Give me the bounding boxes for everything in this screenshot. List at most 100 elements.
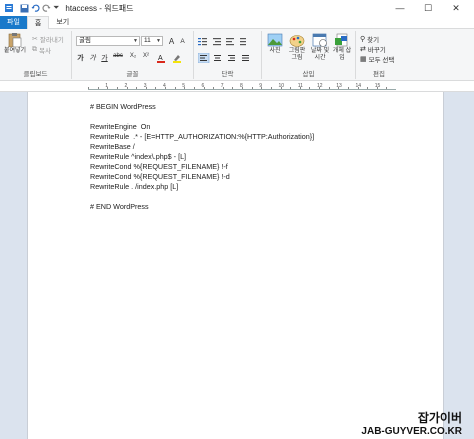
- paste-label: 붙여넣기: [3, 48, 27, 54]
- save-icon[interactable]: [20, 4, 29, 13]
- wordpad-app-icon: [5, 4, 13, 12]
- ruler-tick: [213, 87, 215, 89]
- font-group: 굴림 ▼ 11 ▼ A A 가 가 가 abc X₂ X² A 글꼴: [72, 31, 194, 79]
- ribbon: 붙여넣기 ✂ 잘라내기 ⧉ 복사 클립보드 굴림 ▼ 11 ▼ A A 가 가 …: [0, 29, 474, 81]
- minimize-button[interactable]: —: [386, 0, 414, 16]
- ruler-number: 4: [163, 83, 166, 89]
- font-size-value: 11: [144, 37, 151, 44]
- cut-button[interactable]: ✂ 잘라내기: [32, 34, 64, 44]
- underline-button[interactable]: 가: [100, 53, 109, 63]
- copy-icon: ⧉: [32, 46, 37, 53]
- date-time-button[interactable]: 날짜 및 시간: [309, 33, 331, 62]
- replace-label: 바꾸기: [367, 47, 386, 54]
- object-icon: [335, 33, 348, 47]
- ruler-tick: [116, 87, 118, 89]
- list-indent-icons[interactable]: [198, 37, 258, 47]
- ruler-tick: [270, 87, 272, 89]
- copy-button[interactable]: ⧉ 복사: [32, 45, 51, 55]
- ruler-number: 11: [297, 83, 303, 89]
- close-button[interactable]: ✕: [442, 0, 470, 16]
- editing-group-label: 편집: [373, 71, 385, 78]
- shrink-font-button[interactable]: A: [178, 38, 187, 45]
- insert-object-button[interactable]: 개체 삽입: [332, 33, 352, 62]
- date-time-label: 날짜 및 시간: [310, 48, 330, 61]
- ruler-number: 12: [317, 83, 323, 89]
- window-title: htaccess - 워드패드: [65, 3, 134, 13]
- insert-picture-button[interactable]: 사진: [265, 33, 285, 55]
- find-button[interactable]: ⚲ 찾기: [360, 34, 379, 44]
- title-bar: ⏷ htaccess - 워드패드 — ☐ ✕: [0, 0, 474, 16]
- document-line: RewriteEngine On: [90, 122, 151, 131]
- ruler-number: 8: [240, 83, 243, 89]
- cut-label: 잘라내기: [39, 37, 64, 44]
- replace-button[interactable]: ⇄ 바꾸기: [360, 44, 386, 54]
- document-line: RewriteRule .* - [E=HTTP_AUTHORIZATION:%…: [90, 132, 315, 141]
- chevron-down-icon: ▼: [156, 38, 161, 44]
- tab-file[interactable]: 파일: [0, 16, 27, 29]
- paint-drawing-button[interactable]: 그림판 그림: [286, 33, 308, 62]
- watermark: 잡가이버 JAB-GUYVER.CO.KR: [361, 409, 462, 437]
- picture-icon: [267, 33, 283, 47]
- bold-button[interactable]: 가: [76, 53, 85, 63]
- ruler-tick: [251, 87, 253, 89]
- ruler-tick: [232, 87, 234, 89]
- highlight-icon[interactable]: [172, 53, 182, 63]
- ruler-number: 13: [336, 83, 342, 89]
- watermark-korean: 잡가이버: [417, 411, 462, 425]
- italic-button[interactable]: 가: [88, 53, 97, 63]
- editing-group: ⚲ 찾기 ⇄ 바꾸기 ▦ 모두 선택 편집: [356, 31, 402, 79]
- ruler-tick: [136, 87, 138, 89]
- grow-font-button[interactable]: A: [167, 37, 176, 46]
- ruler-number: 15: [374, 83, 381, 89]
- find-label: 찾기: [367, 37, 380, 44]
- ruler-tick: [97, 87, 99, 89]
- ruler-number: 3: [143, 83, 147, 89]
- paint-icon: [289, 35, 305, 47]
- ruler-number: 9: [259, 83, 263, 89]
- paragraph-group: 단락: [194, 31, 262, 79]
- customize-qat-icon[interactable]: ⏷: [53, 3, 59, 13]
- quick-access-toolbar: ⏷: [20, 3, 59, 13]
- clipboard-group: 붙여넣기 ✂ 잘라내기 ⧉ 복사 클립보드: [0, 31, 72, 79]
- font-family-value: 굴림: [79, 37, 91, 44]
- paste-button[interactable]: 붙여넣기: [3, 33, 27, 55]
- document-page[interactable]: # BEGIN WordPress RewriteEngine On Rewrit…: [27, 92, 444, 439]
- superscript-button[interactable]: X²: [140, 53, 152, 59]
- svg-text:A: A: [158, 55, 163, 62]
- tab-home[interactable]: 홈: [26, 16, 50, 29]
- ruler[interactable]: 1 2 3 4 5 6 7 8 9 10 11 12 13 14 15: [0, 82, 474, 92]
- font-color-icon[interactable]: A: [156, 53, 166, 63]
- ruler-tick: [174, 87, 176, 89]
- copy-label: 복사: [39, 48, 51, 55]
- ruler-scale: 1 2 3 4 5 6 7 8 9 10 11 12 13 14 15: [88, 83, 396, 90]
- redo-icon[interactable]: [42, 4, 51, 13]
- document-text[interactable]: # BEGIN WordPress RewriteEngine On Rewrit…: [90, 102, 314, 212]
- insert-group-label: 삽입: [302, 71, 315, 78]
- document-canvas: # BEGIN WordPress RewriteEngine On Rewrit…: [0, 92, 474, 439]
- font-family-select[interactable]: 굴림 ▼: [76, 36, 140, 46]
- ruler-tick: [386, 87, 388, 89]
- ruler-number: 5: [182, 83, 186, 89]
- ruler-tick: [193, 87, 195, 89]
- select-all-icon: ▦: [360, 56, 367, 63]
- paragraph-group-label: 단락: [221, 71, 234, 78]
- tab-view[interactable]: 보기: [49, 16, 76, 29]
- select-all-button[interactable]: ▦ 모두 선택: [360, 54, 394, 64]
- subscript-button[interactable]: X₂: [127, 53, 139, 59]
- ruler-tick: [328, 87, 330, 89]
- clipboard-group-label: 클립보드: [23, 71, 48, 78]
- align-icons[interactable]: [198, 53, 258, 63]
- binoculars-icon: ⚲: [360, 36, 366, 43]
- strikethrough-button[interactable]: abc: [111, 53, 125, 59]
- undo-icon[interactable]: [31, 4, 40, 13]
- scissors-icon: ✂: [32, 36, 38, 43]
- document-line: RewriteCond %{REQUEST_FILENAME} !-f: [90, 162, 228, 171]
- ruler-number: 6: [201, 83, 205, 89]
- paste-icon: [8, 33, 22, 47]
- maximize-button[interactable]: ☐: [414, 0, 442, 16]
- font-size-select[interactable]: 11 ▼: [141, 36, 163, 46]
- ruler-tick: [88, 87, 89, 89]
- ribbon-tabs: 파일 홈 보기: [0, 16, 474, 29]
